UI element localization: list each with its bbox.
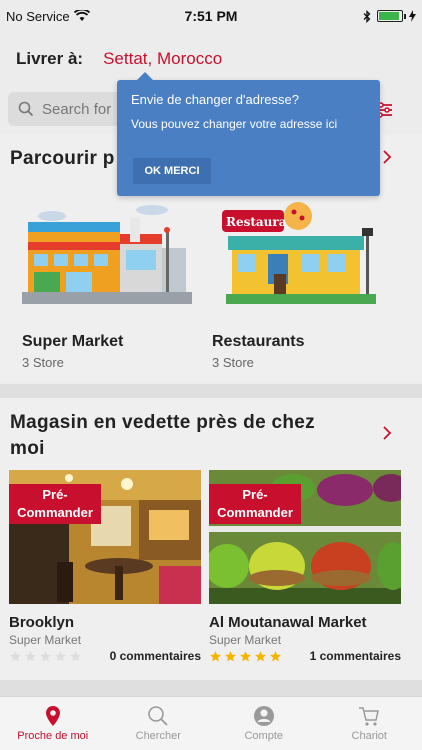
star-icon (70, 650, 81, 661)
store-name: Brooklyn (9, 614, 75, 631)
tab-label: Chercher (135, 730, 181, 742)
review-count: 1 commentaires (309, 649, 401, 663)
cart-icon (359, 707, 380, 726)
tab-bar: Proche de moi Chercher Compte Chariot (0, 696, 422, 750)
ok-merci-button[interactable]: OK MERCI (133, 158, 211, 184)
tab-label: Compte (244, 730, 284, 742)
section-divider (0, 680, 422, 696)
star-icon (55, 650, 66, 661)
store-photo: Pré-Commander (9, 470, 201, 604)
rating-row: 0 commentaires (9, 649, 201, 663)
bluetooth-icon (363, 9, 371, 23)
popover-title: Envie de changer d'adresse? (131, 92, 299, 107)
battery-icon (377, 10, 406, 22)
store-type: Super Market (9, 633, 82, 647)
search-icon (148, 706, 168, 726)
deliver-label: Livrer à: (16, 49, 84, 68)
featured-chevron-right-icon[interactable] (380, 426, 394, 440)
store-name: Al Moutanawal Market (209, 614, 367, 631)
star-icon (10, 650, 21, 661)
charging-icon (409, 10, 416, 22)
delivery-city-link[interactable]: Settat, Morocco (103, 49, 222, 69)
star-icon (225, 650, 236, 661)
location-pin-icon (45, 706, 60, 726)
star-icon (255, 650, 266, 661)
star-icon (25, 650, 36, 661)
battery-fill (379, 12, 399, 20)
user-icon (253, 706, 274, 726)
tab-label: Chariot (351, 730, 387, 742)
wifi-icon (73, 10, 90, 21)
status-bar: No Service 7:51 PM (0, 0, 422, 32)
popover-arrow (137, 72, 153, 80)
status-left: No Service (6, 9, 90, 24)
star-icon (240, 650, 251, 661)
delivery-address-row[interactable]: Livrer à: Settat, Morocco (0, 32, 422, 86)
category-name: Super Market (22, 333, 124, 350)
search-icon (18, 101, 34, 117)
address-tooltip-popover: Envie de changer d'adresse? Vous pouvez … (117, 72, 380, 196)
category-card-supermarket[interactable]: Super Market 3 Store (22, 196, 192, 370)
star-icon (210, 650, 221, 661)
search-placeholder: Search for (42, 100, 112, 118)
status-right (363, 9, 416, 23)
star-rating (9, 650, 82, 663)
tab-search[interactable]: Chercher (106, 697, 212, 750)
browse-chevron-right-icon[interactable] (380, 150, 394, 164)
featured-section: Magasin en vedette près de chez moi Pré-… (0, 398, 422, 680)
category-name: Restaurants (212, 333, 305, 350)
star-rating (209, 650, 282, 663)
store-card-al-moutanawal[interactable]: Pré-Commander Al Moutanawal Market Super… (209, 470, 401, 663)
browse-title: Parcourir p (10, 148, 115, 169)
preorder-badge: Pré-Commander (209, 484, 301, 524)
popover-message: Vous pouvez changer votre adresse ici (131, 117, 338, 131)
carrier-label: No Service (6, 8, 70, 24)
rating-row: 1 commentaires (209, 649, 401, 663)
tab-label: Proche de moi (17, 730, 89, 742)
section-divider (0, 384, 422, 398)
store-photo: Pré-Commander (209, 470, 401, 604)
store-card-brooklyn[interactable]: Pré-Commander Brooklyn Super Market 0 co… (9, 470, 201, 663)
preorder-badge: Pré-Commander (9, 484, 101, 524)
store-type: Super Market (209, 633, 282, 647)
review-count: 0 commentaires (109, 649, 201, 663)
category-count: 3 Store (22, 355, 64, 370)
restaurant-illustration: Restaurant (222, 202, 376, 304)
tab-cart[interactable]: Chariot (317, 697, 422, 750)
category-card-restaurants[interactable]: Restaurant Restaurants 3 Store (212, 196, 382, 370)
featured-title: Magasin en vedette près de chez moi (10, 412, 315, 459)
supermarket-illustration (22, 205, 192, 304)
star-icon (40, 650, 51, 661)
star-icon (270, 650, 281, 661)
tab-account[interactable]: Compte (211, 697, 317, 750)
tab-nearby[interactable]: Proche de moi (0, 697, 106, 750)
category-count: 3 Store (212, 355, 254, 370)
